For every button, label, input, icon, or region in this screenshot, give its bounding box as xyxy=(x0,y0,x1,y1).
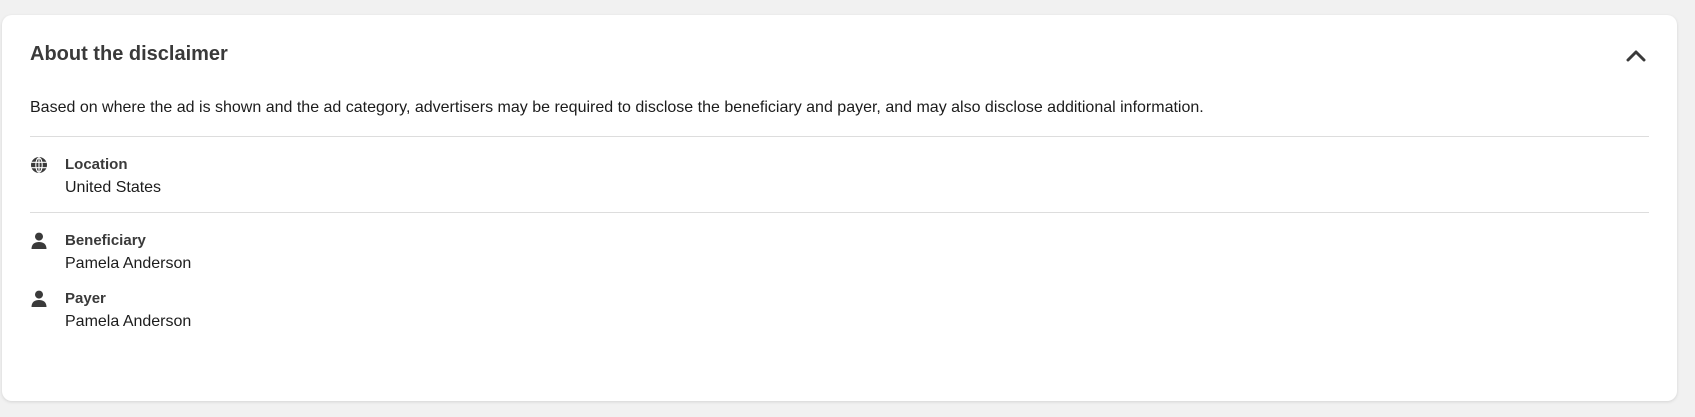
beneficiary-row: Beneficiary Pamela Anderson xyxy=(30,231,1649,275)
payer-row: Payer Pamela Anderson xyxy=(30,289,1649,333)
disclaimer-panel: About the disclaimer Based on where the … xyxy=(2,15,1677,401)
person-icon xyxy=(30,232,48,250)
disclaimer-description: Based on where the ad is shown and the a… xyxy=(30,99,1204,116)
divider xyxy=(30,136,1649,137)
collapse-button[interactable] xyxy=(1623,43,1649,69)
globe-icon xyxy=(30,156,48,174)
chevron-up-icon xyxy=(1626,50,1646,62)
panel-header[interactable]: About the disclaimer xyxy=(30,15,1649,87)
payer-value: Pamela Anderson xyxy=(65,313,192,330)
location-label: Location xyxy=(65,156,128,173)
beneficiary-value: Pamela Anderson xyxy=(65,255,192,272)
payer-label: Payer xyxy=(65,290,106,307)
location-row: Location United States xyxy=(30,155,1649,199)
person-icon xyxy=(30,290,48,308)
panel-title: About the disclaimer xyxy=(30,43,228,65)
beneficiary-label: Beneficiary xyxy=(65,232,146,249)
divider xyxy=(30,212,1649,213)
location-value: United States xyxy=(65,179,162,196)
